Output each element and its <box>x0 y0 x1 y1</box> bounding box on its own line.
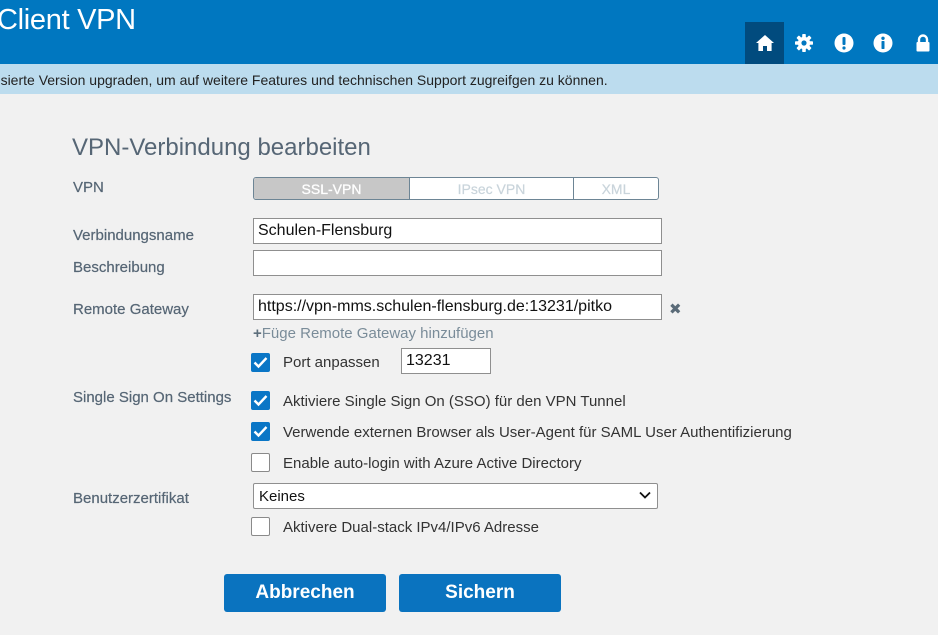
settings-button[interactable] <box>784 22 823 64</box>
azure-autologin-checkbox[interactable] <box>251 453 270 472</box>
description-label: Beschreibung <box>73 259 165 276</box>
add-remote-gateway-label: Füge Remote Gateway hinzufügen <box>261 325 494 342</box>
checkmark-icon <box>253 357 268 369</box>
sso-label: Single Sign On Settings <box>73 389 232 406</box>
description-input[interactable] <box>253 250 662 276</box>
checkmark-icon <box>253 395 268 407</box>
dualstack-checkbox[interactable] <box>251 517 270 536</box>
app-title: Client VPN <box>0 4 136 36</box>
home-button[interactable] <box>745 22 784 64</box>
certificate-select-value: Keines <box>259 488 305 505</box>
port-input[interactable] <box>401 348 491 374</box>
upgrade-banner: zensierte Version upgraden, um auf weite… <box>0 64 938 94</box>
app-header: Client VPN <box>0 0 938 64</box>
connection-name-input[interactable] <box>253 218 662 244</box>
certificate-select[interactable]: Keines <box>253 483 658 509</box>
vpn-label: VPN <box>73 179 104 196</box>
connection-name-label: Verbindungsname <box>73 227 194 244</box>
sso-browser-label: Verwende externen Browser als User-Agent… <box>283 424 792 441</box>
azure-autologin-label: Enable auto-login with Azure Active Dire… <box>283 455 582 472</box>
plus-icon: + <box>253 325 262 342</box>
port-label: Port anpassen <box>283 354 380 371</box>
remote-gateway-label: Remote Gateway <box>73 301 189 318</box>
banner-text: zensierte Version upgraden, um auf weite… <box>0 72 608 88</box>
checkmark-icon <box>253 426 268 438</box>
vpn-option-ipsec[interactable]: IPsec VPN <box>409 178 573 199</box>
page-title: VPN-Verbindung bearbeiten <box>72 134 371 161</box>
vpn-option-ssl[interactable]: SSL-VPN <box>254 178 409 199</box>
alert-icon <box>834 33 853 53</box>
chevron-down-icon <box>639 491 651 499</box>
save-button[interactable]: Sichern <box>399 574 561 612</box>
certificate-label: Benutzerzertifikat <box>73 490 189 507</box>
port-checkbox[interactable] <box>251 353 270 372</box>
add-remote-gateway-link[interactable]: +Füge Remote Gateway hinzufügen <box>253 325 494 342</box>
info-button[interactable] <box>863 22 902 64</box>
gear-icon <box>794 34 813 52</box>
home-icon <box>755 35 774 51</box>
lock-button[interactable] <box>903 22 938 64</box>
vpn-type-selector: SSL-VPN IPsec VPN XML <box>253 177 659 200</box>
cancel-button[interactable]: Abbrechen <box>224 574 386 612</box>
remote-gateway-input[interactable] <box>253 294 662 320</box>
lock-icon <box>916 34 929 52</box>
sso-browser-checkbox[interactable] <box>251 422 270 441</box>
vpn-option-xml[interactable]: XML <box>573 178 658 199</box>
sso-enable-checkbox[interactable] <box>251 391 270 410</box>
info-icon <box>873 33 892 53</box>
dualstack-label: Aktivere Dual-stack IPv4/IPv6 Adresse <box>283 519 539 536</box>
sso-enable-label: Aktiviere Single Sign On (SSO) für den V… <box>283 393 626 410</box>
remove-gateway-icon[interactable]: ✖ <box>669 302 682 317</box>
alerts-button[interactable] <box>824 22 863 64</box>
